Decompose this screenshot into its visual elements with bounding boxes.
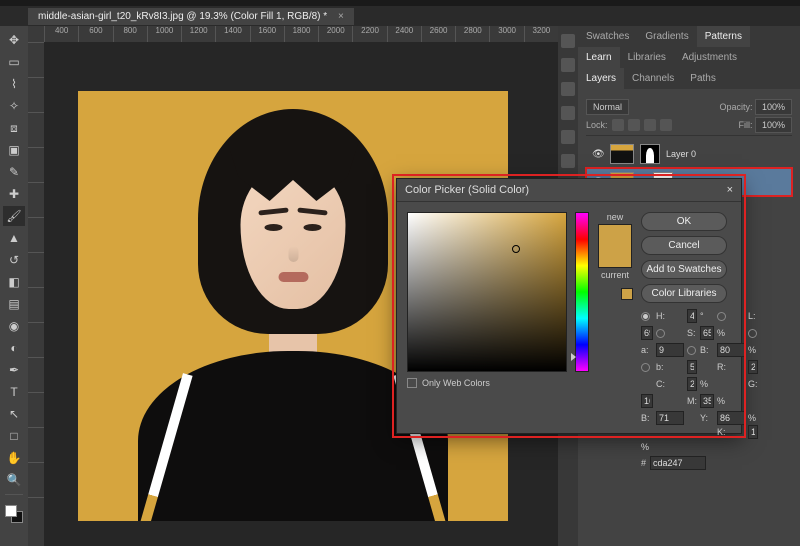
heal-tool[interactable]: ✚ xyxy=(3,184,25,204)
tab-adjustments[interactable]: Adjustments xyxy=(674,47,745,68)
visibility-icon[interactable]: 👁 xyxy=(592,149,604,160)
c-input[interactable] xyxy=(687,377,697,391)
opacity-field[interactable]: 100% xyxy=(755,99,792,115)
eyedropper-tool[interactable]: ✎ xyxy=(3,162,25,182)
hand-tool[interactable]: ✋ xyxy=(3,448,25,468)
lock-brush-icon[interactable] xyxy=(628,119,640,131)
b-input[interactable] xyxy=(687,360,697,374)
type-tool[interactable]: T xyxy=(3,382,25,402)
dodge-tool[interactable]: ◐ xyxy=(3,338,25,358)
new-current-swatch[interactable] xyxy=(598,224,632,268)
dialog-title: Color Picker (Solid Color) xyxy=(405,184,529,196)
ruler-horizontal: 4006008001000120014001600180020002200240… xyxy=(44,26,558,42)
tab-channels[interactable]: Channels xyxy=(624,68,682,89)
wand-tool[interactable]: ✧ xyxy=(3,96,25,116)
s-input[interactable] xyxy=(700,326,714,340)
l-input[interactable] xyxy=(641,326,653,340)
h-input[interactable] xyxy=(687,309,697,323)
hex-input[interactable] xyxy=(650,456,706,470)
path-tool[interactable]: ↖ xyxy=(3,404,25,424)
tab-libraries[interactable]: Libraries xyxy=(620,47,674,68)
bc-input[interactable] xyxy=(656,411,684,425)
s-radio[interactable] xyxy=(656,329,665,338)
dock-icon[interactable] xyxy=(561,154,575,168)
tab-swatches[interactable]: Swatches xyxy=(578,26,637,47)
color-picker-dialog: Color Picker (Solid Color) × new current… xyxy=(396,178,742,434)
tab-paths[interactable]: Paths xyxy=(682,68,724,89)
document-tab-bar: middle-asian-girl_t20_kRv8I3.jpg @ 19.3%… xyxy=(0,6,800,26)
dock-icon[interactable] xyxy=(561,58,575,72)
lock-position-icon[interactable] xyxy=(644,119,656,131)
dock-icon[interactable] xyxy=(561,82,575,96)
layer-row[interactable]: 👁 Layer 0 xyxy=(586,140,792,168)
document-tab-title: middle-asian-girl_t20_kRv8I3.jpg @ 19.3%… xyxy=(38,11,327,22)
close-icon[interactable]: × xyxy=(727,184,733,196)
h-radio[interactable] xyxy=(641,312,650,321)
b-radio[interactable] xyxy=(641,363,650,372)
k-input[interactable] xyxy=(748,425,758,439)
tab-layers[interactable]: Layers xyxy=(578,68,624,89)
hue-arrow-icon xyxy=(571,353,576,361)
tab-learn[interactable]: Learn xyxy=(578,47,620,68)
eraser-tool[interactable]: ◧ xyxy=(3,272,25,292)
color-libraries-button[interactable]: Color Libraries xyxy=(641,284,727,303)
a-input[interactable] xyxy=(656,343,684,357)
crop-tool[interactable]: ⧈ xyxy=(3,118,25,138)
ok-button[interactable]: OK xyxy=(641,212,727,231)
lock-all-icon[interactable] xyxy=(660,119,672,131)
pen-tool[interactable]: ✒ xyxy=(3,360,25,380)
dock-icon[interactable] xyxy=(561,130,575,144)
ruler-vertical xyxy=(28,42,44,546)
color-ring-icon xyxy=(512,245,520,253)
m-input[interactable] xyxy=(700,394,714,408)
tab-patterns[interactable]: Patterns xyxy=(697,26,750,47)
document-tab[interactable]: middle-asian-girl_t20_kRv8I3.jpg @ 19.3%… xyxy=(28,8,354,25)
tab-gradients[interactable]: Gradients xyxy=(637,26,696,47)
tools-panel: ✥ ▭ ⌇ ✧ ⧈ ▣ ✎ ✚ 🖌 ▲ ↺ ◧ ▤ ◉ ◐ ✒ T ↖ □ ✋ … xyxy=(0,26,28,546)
move-tool[interactable]: ✥ xyxy=(3,30,25,50)
marquee-tool[interactable]: ▭ xyxy=(3,52,25,72)
l-radio[interactable] xyxy=(717,312,726,321)
color-field[interactable] xyxy=(407,212,567,372)
lock-transparency-icon[interactable] xyxy=(612,119,624,131)
r-input[interactable] xyxy=(748,360,758,374)
cancel-button[interactable]: Cancel xyxy=(641,236,727,255)
shape-tool[interactable]: □ xyxy=(3,426,25,446)
websafe-swatch-icon[interactable] xyxy=(621,288,633,300)
bv-input[interactable] xyxy=(717,343,745,357)
zoom-tool[interactable]: 🔍 xyxy=(3,470,25,490)
gradient-tool[interactable]: ▤ xyxy=(3,294,25,314)
lasso-tool[interactable]: ⌇ xyxy=(3,74,25,94)
fill-field[interactable]: 100% xyxy=(755,117,792,133)
dock-icon[interactable] xyxy=(561,106,575,120)
frame-tool[interactable]: ▣ xyxy=(3,140,25,160)
bv-radio[interactable] xyxy=(687,346,696,355)
brush-tool[interactable]: 🖌 xyxy=(3,206,25,226)
layer-thumbnail[interactable] xyxy=(610,144,634,164)
stamp-tool[interactable]: ▲ xyxy=(3,228,25,248)
close-tab-icon[interactable]: × xyxy=(338,11,344,22)
fg-bg-swatch[interactable] xyxy=(3,503,25,525)
dock-icon[interactable] xyxy=(561,34,575,48)
mask-thumbnail[interactable] xyxy=(640,144,660,164)
blur-tool[interactable]: ◉ xyxy=(3,316,25,336)
hue-slider[interactable] xyxy=(575,212,589,372)
blend-mode-select[interactable]: Normal xyxy=(586,99,629,115)
layer-name[interactable]: Layer 0 xyxy=(666,149,696,159)
add-to-swatches-button[interactable]: Add to Swatches xyxy=(641,260,727,279)
history-brush-tool[interactable]: ↺ xyxy=(3,250,25,270)
only-web-colors-checkbox[interactable] xyxy=(407,378,417,388)
y-input[interactable] xyxy=(717,411,745,425)
a-radio[interactable] xyxy=(748,329,757,338)
g-input[interactable] xyxy=(641,394,653,408)
